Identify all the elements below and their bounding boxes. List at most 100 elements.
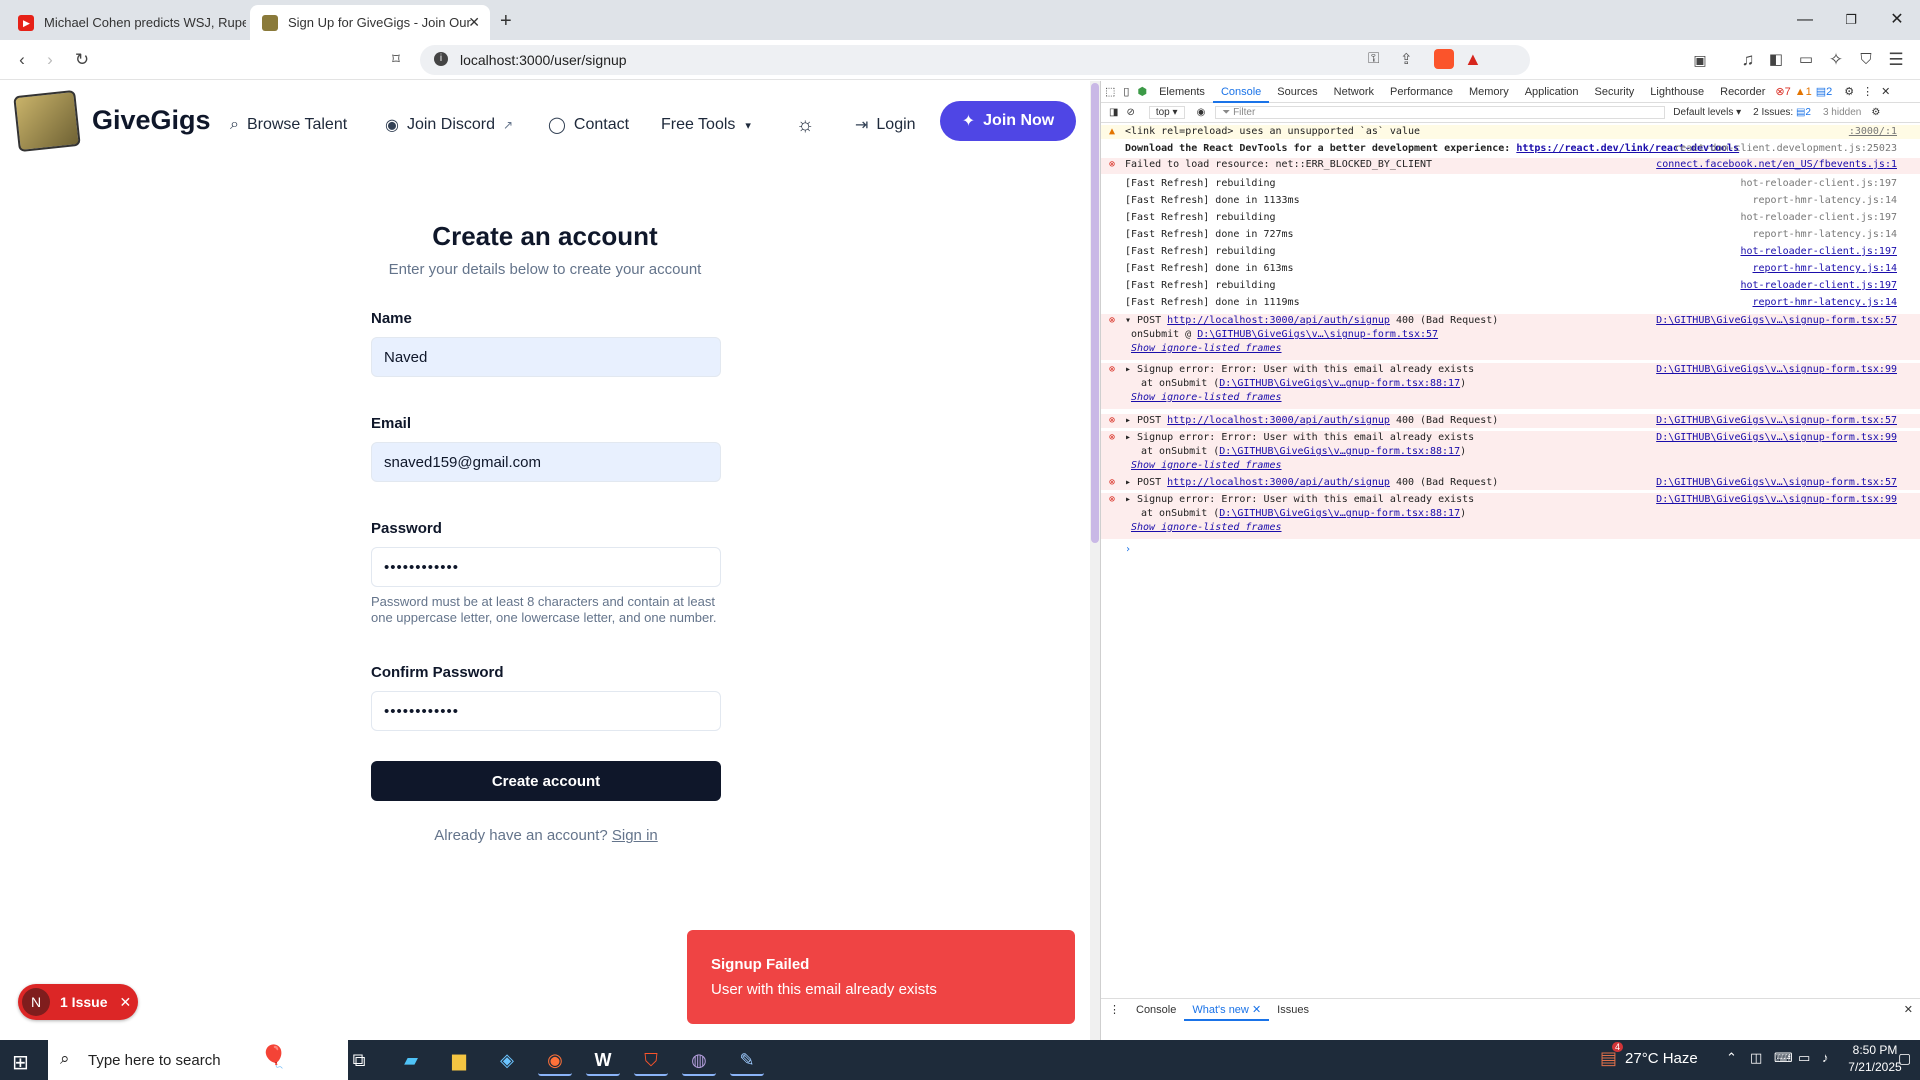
log-source[interactable]: hot-reloader-client.js:197 xyxy=(1740,211,1897,225)
log-source[interactable]: report-hmr-latency.js:14 xyxy=(1753,296,1898,310)
nav-login[interactable]: ⇥ Login xyxy=(855,111,916,139)
clear-console-icon[interactable]: ⊘ xyxy=(1126,107,1134,118)
close-icon[interactable]: ✕ xyxy=(119,994,131,1011)
info-count[interactable]: ▤2 xyxy=(1814,81,1835,103)
log-source[interactable]: connect.facebook.net/en_US/fbevents.js:1 xyxy=(1656,158,1897,172)
log-source[interactable]: hot-reloader-client.js:197 xyxy=(1740,279,1897,293)
tab-security[interactable]: Security xyxy=(1587,81,1643,103)
nextjs-issue-badge[interactable]: N 1 Issue ✕ xyxy=(18,984,138,1020)
close-window-button[interactable]: ✕ xyxy=(1874,8,1920,32)
paint-app-icon[interactable]: ✎ xyxy=(730,1044,764,1076)
password-input[interactable]: •••••••••••• xyxy=(371,547,721,587)
stack-link[interactable]: D:\GITHUB\GiveGigs\v…gnup-form.tsx:88:17 xyxy=(1219,508,1460,519)
confirm-password-input[interactable]: •••••••••••• xyxy=(371,691,721,731)
taskbar-search-box[interactable]: ⌕ Type here to search 🎈 xyxy=(48,1040,348,1080)
windows-start-icon[interactable]: ⊞ xyxy=(12,1050,29,1075)
tab-sources[interactable]: Sources xyxy=(1269,81,1325,103)
key-icon[interactable]: ⚿ xyxy=(1368,50,1379,67)
inspect-icon[interactable]: ⬚ xyxy=(1101,81,1119,103)
screenshot-icon[interactable]: ▣ xyxy=(1688,48,1712,72)
firefox-icon[interactable]: ◉ xyxy=(538,1044,572,1076)
vpn-icon[interactable]: ⛉ xyxy=(1854,48,1878,72)
log-source[interactable]: D:\GITHUB\GiveGigs\v…\signup-form.tsx:99 xyxy=(1656,493,1897,507)
back-icon[interactable]: ‹ xyxy=(10,48,34,72)
log-source[interactable]: report-hmr-latency.js:14 xyxy=(1753,194,1898,208)
taskbar-clock[interactable]: 8:50 PM 7/21/2025 xyxy=(1845,1042,1905,1076)
browser-tab-youtube[interactable]: ▶ Michael Cohen predicts WSJ, Rupert xyxy=(6,5,246,40)
weather-widget[interactable]: ▤ 4 27°C Haze xyxy=(1600,1042,1698,1069)
log-levels-select[interactable]: Default levels ▾ xyxy=(1673,107,1741,118)
tab-network[interactable]: Network xyxy=(1326,81,1382,103)
show-ignore-listed-frames-link[interactable]: Show ignore-listed frames xyxy=(1131,460,1282,471)
wallet-icon[interactable]: ▭ xyxy=(1794,48,1818,72)
stack-link[interactable]: D:\GITHUB\GiveGigs\v…gnup-form.tsx:88:17 xyxy=(1219,378,1460,389)
settings-gear-icon[interactable]: ⚙ xyxy=(1840,81,1858,103)
keyboard-icon[interactable]: ⌨ xyxy=(1774,1050,1793,1066)
media-icon[interactable]: ♫ xyxy=(1736,48,1760,72)
show-ignore-listed-frames-link[interactable]: Show ignore-listed frames xyxy=(1131,522,1282,533)
log-source[interactable]: react-dom-client.development.js:25023 xyxy=(1674,142,1897,156)
log-source[interactable]: report-hmr-latency.js:14 xyxy=(1753,262,1898,276)
volume-icon[interactable]: ♪ xyxy=(1822,1050,1829,1065)
console-error-row[interactable]: ⊗ ▸ Signup error: Error: User with this … xyxy=(1101,363,1920,409)
site-info-icon[interactable]: i xyxy=(434,52,448,66)
nav-free-tools[interactable]: Free Tools ▾ xyxy=(661,111,751,139)
log-source[interactable]: report-hmr-latency.js:14 xyxy=(1753,228,1898,242)
request-url-link[interactable]: http://localhost:3000/api/auth/signup xyxy=(1167,415,1390,426)
eye-icon[interactable]: ◉ xyxy=(1197,107,1206,118)
console-settings-icon[interactable]: ⚙ xyxy=(1871,107,1880,118)
log-source[interactable]: hot-reloader-client.js:197 xyxy=(1740,177,1897,191)
leo-ai-icon[interactable]: ✧ xyxy=(1824,48,1848,72)
restore-button[interactable]: ❐ xyxy=(1828,8,1874,32)
nav-browse-talent[interactable]: ⌕ Browse Talent xyxy=(230,111,347,139)
desktop-app-icon[interactable]: ▰ xyxy=(394,1044,428,1076)
create-account-button[interactable]: Create account xyxy=(371,761,721,801)
copilot-icon[interactable]: ◈ xyxy=(490,1044,524,1076)
request-url-link[interactable]: http://localhost:3000/api/auth/signup xyxy=(1167,477,1390,488)
close-devtools-icon[interactable]: ✕ xyxy=(1877,81,1894,103)
name-input[interactable]: Naved xyxy=(371,337,721,377)
request-url-link[interactable]: http://localhost:3000/api/auth/signup xyxy=(1167,315,1390,326)
console-error-row[interactable]: ⊗ ▸ POST http://localhost:3000/api/auth/… xyxy=(1101,476,1920,490)
warning-count[interactable]: ▲1 xyxy=(1793,81,1814,103)
log-source[interactable]: D:\GITHUB\GiveGigs\v…\signup-form.tsx:99 xyxy=(1656,363,1897,377)
context-select[interactable]: top ▾ xyxy=(1148,106,1185,119)
email-input[interactable]: snaved159@gmail.com xyxy=(371,442,721,482)
nav-join-discord[interactable]: ◉ Join Discord ↗ xyxy=(385,111,513,139)
tray-app-icon[interactable]: ◫ xyxy=(1750,1050,1762,1066)
new-tab-button[interactable]: + xyxy=(500,10,512,33)
signin-link[interactable]: Sign in xyxy=(612,827,658,844)
brave-rewards-icon[interactable]: ▲ xyxy=(1464,49,1482,70)
show-ignore-listed-frames-link[interactable]: Show ignore-listed frames xyxy=(1131,392,1282,403)
minimize-button[interactable]: — xyxy=(1782,8,1828,32)
browser-tab-signup[interactable]: Sign Up for GiveGigs - Join Our ✕ xyxy=(250,5,490,40)
tab-console[interactable]: Console xyxy=(1212,81,1270,103)
more-options-icon[interactable]: ⋮ xyxy=(1858,81,1877,103)
brave-browser-icon[interactable]: ⛉ xyxy=(634,1044,668,1076)
task-view-icon[interactable]: ⧉ xyxy=(342,1044,376,1076)
tab-recorder[interactable]: Recorder xyxy=(1712,81,1773,103)
drawer-menu-icon[interactable]: ⋮ xyxy=(1101,1003,1128,1016)
sidebar-icon[interactable]: ◧ xyxy=(1764,48,1788,72)
theme-toggle-sun-icon[interactable]: ☼ xyxy=(796,111,814,139)
share-icon[interactable]: ⇪ xyxy=(1400,50,1413,68)
log-source[interactable]: D:\GITHUB\GiveGigs\v…\signup-form.tsx:99 xyxy=(1656,431,1897,445)
tab-memory[interactable]: Memory xyxy=(1461,81,1517,103)
notifications-icon[interactable]: ▢ xyxy=(1898,1050,1911,1067)
console-prompt[interactable]: › xyxy=(1101,543,1920,557)
tray-chevron-up-icon[interactable]: ⌃ xyxy=(1726,1050,1737,1066)
drawer-tab-issues[interactable]: Issues xyxy=(1269,1004,1317,1016)
console-filter-input[interactable]: ⏷ Filter xyxy=(1215,106,1666,119)
close-icon[interactable]: ✕ xyxy=(1252,1004,1261,1016)
address-bar[interactable]: i localhost:3000/user/signup ⚿ ⇪ ▲ xyxy=(420,45,1530,75)
drawer-tab-console[interactable]: Console xyxy=(1128,1004,1184,1016)
givegigs-logo-icon[interactable] xyxy=(13,89,81,153)
console-error-row[interactable]: ⊗ ▸ Signup error: Error: User with this … xyxy=(1101,493,1920,539)
forward-icon[interactable]: › xyxy=(38,48,62,72)
log-source[interactable]: hot-reloader-client.js:197 xyxy=(1740,245,1897,259)
issues-link[interactable]: 2 Issues: ▤2 xyxy=(1753,107,1811,118)
wondershare-icon[interactable]: W xyxy=(586,1044,620,1076)
close-tab-icon[interactable]: ✕ xyxy=(468,14,480,31)
menu-icon[interactable]: ☰ xyxy=(1884,48,1908,72)
network-icon[interactable]: ▭ xyxy=(1798,1050,1810,1066)
